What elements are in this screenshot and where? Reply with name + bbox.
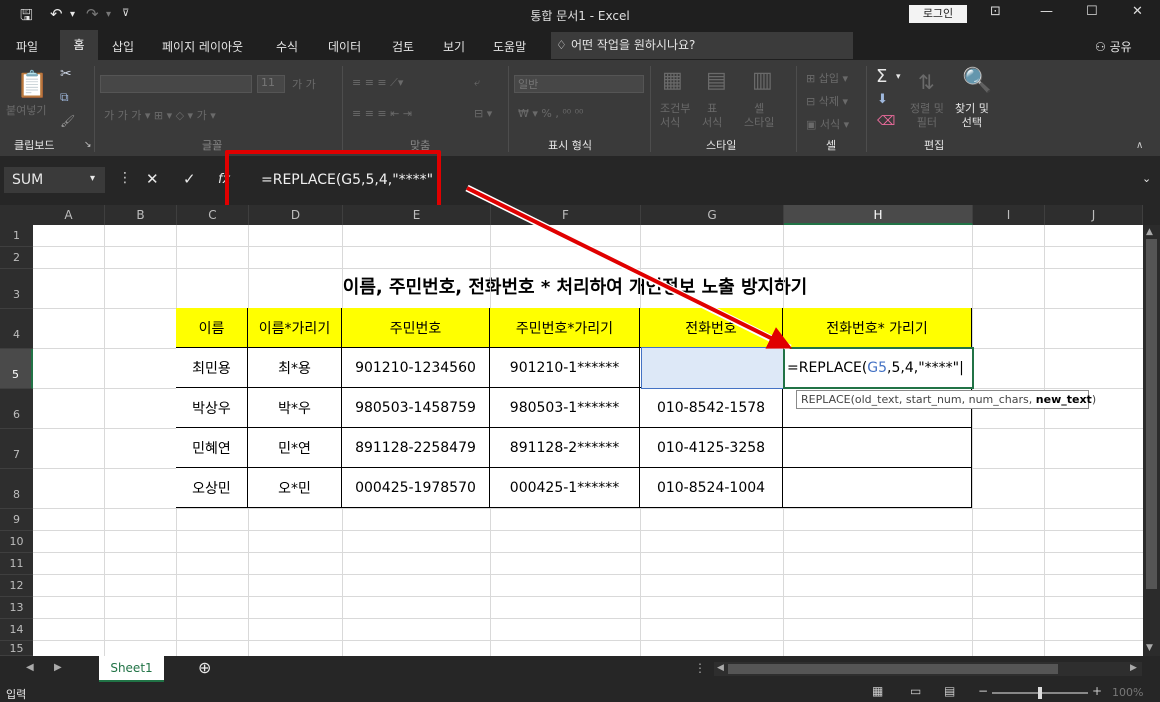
annotation-arrow [465,184,793,352]
excel-window: 🖫 ↶ ▾ ↷ ▾ ⊽ 통합 문서1 - Excel 로그인 ⊡ — ☐ ✕ 파… [0,0,1160,702]
